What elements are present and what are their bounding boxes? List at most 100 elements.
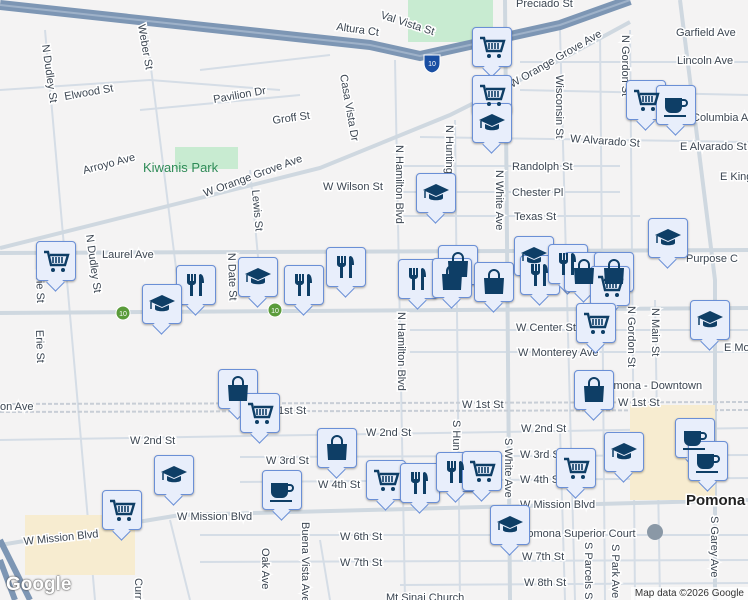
restaurant-marker[interactable] <box>400 463 440 503</box>
svg-text:W 2nd St: W 2nd St <box>366 427 411 439</box>
school-icon <box>611 443 637 460</box>
grocery-icon <box>248 402 274 424</box>
cafe-marker[interactable] <box>656 85 696 125</box>
restaurant-icon <box>187 274 204 296</box>
grocery-marker[interactable] <box>102 490 142 530</box>
shopping-marker[interactable] <box>474 262 514 302</box>
svg-text:Arroyo Ave: Arroyo Ave <box>82 151 137 176</box>
shopping-icon <box>484 269 504 294</box>
shopping-icon <box>584 377 604 402</box>
svg-text:W Alvarado St: W Alvarado St <box>570 133 640 150</box>
svg-text:Pomona: Pomona <box>686 492 746 509</box>
svg-text:Pomona - Downtown: Pomona - Downtown <box>600 380 702 392</box>
grocery-icon <box>110 499 136 521</box>
grocery-icon <box>44 250 70 272</box>
svg-text:S Parcels St: S Parcels St <box>582 542 594 600</box>
svg-text:Chester Pl: Chester Pl <box>512 187 563 199</box>
svg-text:W 2nd St: W 2nd St <box>521 423 566 435</box>
svg-text:Pavilion Dr: Pavilion Dr <box>212 85 267 106</box>
svg-text:W Mission Blvd: W Mission Blvd <box>520 499 595 511</box>
svg-text:10: 10 <box>271 308 279 315</box>
svg-text:W Center St: W Center St <box>516 322 576 334</box>
svg-text:Laurel Ave: Laurel Ave <box>102 249 154 261</box>
svg-text:W 3rd St: W 3rd St <box>266 455 309 467</box>
svg-text:Lincoln Ave: Lincoln Ave <box>677 55 733 67</box>
svg-text:S Garey Ave: S Garey Ave <box>708 516 720 578</box>
svg-text:W 7th St: W 7th St <box>340 557 382 569</box>
school-marker[interactable] <box>648 218 688 258</box>
restaurant-icon <box>295 274 312 296</box>
svg-text:N Gordon St: N Gordon St <box>625 306 637 367</box>
school-icon <box>149 295 175 312</box>
grocery-marker[interactable] <box>556 448 596 488</box>
school-marker[interactable] <box>416 173 456 213</box>
svg-text:N Dudley St: N Dudley St <box>39 44 59 104</box>
grocery-icon <box>598 275 624 297</box>
grocery-marker[interactable] <box>36 241 76 281</box>
shopping-icon <box>327 435 347 460</box>
svg-text:N White Ave: N White Ave <box>493 170 505 230</box>
cafe-marker[interactable] <box>262 470 302 510</box>
svg-text:W Monterey Ave: W Monterey Ave <box>518 347 599 359</box>
school-marker[interactable] <box>238 257 278 297</box>
school-marker[interactable] <box>690 300 730 340</box>
cafe-icon <box>664 98 688 117</box>
svg-text:Groff St: Groff St <box>272 110 311 127</box>
restaurant-icon <box>411 472 428 494</box>
school-icon <box>497 516 523 533</box>
school-icon <box>423 184 449 201</box>
grocery-marker[interactable] <box>240 393 280 433</box>
svg-text:Buena Vista Ave: Buena Vista Ave <box>299 522 311 600</box>
grocery-icon <box>634 89 660 111</box>
restaurant-marker[interactable] <box>176 265 216 305</box>
svg-text:Wisconsin St: Wisconsin St <box>553 75 565 139</box>
svg-text:W 7th St: W 7th St <box>522 551 564 563</box>
school-marker[interactable] <box>472 103 512 143</box>
school-marker[interactable] <box>154 455 194 495</box>
svg-text:Lewis St: Lewis St <box>249 189 265 231</box>
svg-text:1st St: 1st St <box>278 405 306 417</box>
svg-text:E King: E King <box>720 171 748 183</box>
svg-text:W 1st St: W 1st St <box>462 399 504 411</box>
restaurant-marker[interactable] <box>284 265 324 305</box>
svg-text:Preciado St: Preciado St <box>516 0 573 10</box>
svg-text:Currier: Currier <box>132 578 144 600</box>
grocery-icon <box>374 469 400 491</box>
grocery-marker[interactable] <box>576 303 616 343</box>
school-marker[interactable] <box>490 505 530 545</box>
svg-text:N Main St: N Main St <box>649 308 661 356</box>
restaurant-icon <box>337 256 354 278</box>
svg-text:S White Ave: S White Ave <box>502 438 514 498</box>
svg-text:W 6th St: W 6th St <box>340 531 382 543</box>
map-attribution[interactable]: Map data ©2026 Google <box>630 587 748 600</box>
grocery-icon <box>480 84 506 106</box>
svg-text:W 4th St: W 4th St <box>318 479 360 491</box>
shopping-marker[interactable] <box>317 428 357 468</box>
cafe-marker[interactable] <box>688 441 728 481</box>
shopping-marker[interactable] <box>574 370 614 410</box>
grocery-marker[interactable] <box>472 27 512 67</box>
school-marker[interactable] <box>604 432 644 472</box>
cafe-icon <box>270 483 294 502</box>
svg-text:Pomona Superior Court: Pomona Superior Court <box>520 528 636 540</box>
google-logo: Google <box>6 574 72 595</box>
grocery-icon <box>470 460 496 482</box>
restaurant-marker[interactable] <box>326 247 366 287</box>
svg-text:Garfield Ave: Garfield Ave <box>676 27 736 39</box>
svg-text:W Wilson St: W Wilson St <box>323 181 383 193</box>
svg-text:Columbia Ave: Columbia Ave <box>692 112 748 124</box>
restaurant-icon <box>447 461 464 483</box>
svg-text:Texas St: Texas St <box>514 211 556 223</box>
restaurant-icon <box>531 264 548 286</box>
restaurant-icon <box>409 268 426 290</box>
svg-text:W 1st St: W 1st St <box>618 397 660 409</box>
svg-text:S Hun: S Hun <box>450 420 462 451</box>
grocery-icon <box>584 312 610 334</box>
school-marker[interactable] <box>142 284 182 324</box>
svg-text:N Date St: N Date St <box>225 253 239 301</box>
school-icon <box>161 466 187 483</box>
svg-text:10: 10 <box>428 61 436 68</box>
svg-text:W 8th St: W 8th St <box>524 577 566 589</box>
svg-text:N Dudley St: N Dudley St <box>83 234 103 294</box>
shopping-icon <box>442 265 462 290</box>
